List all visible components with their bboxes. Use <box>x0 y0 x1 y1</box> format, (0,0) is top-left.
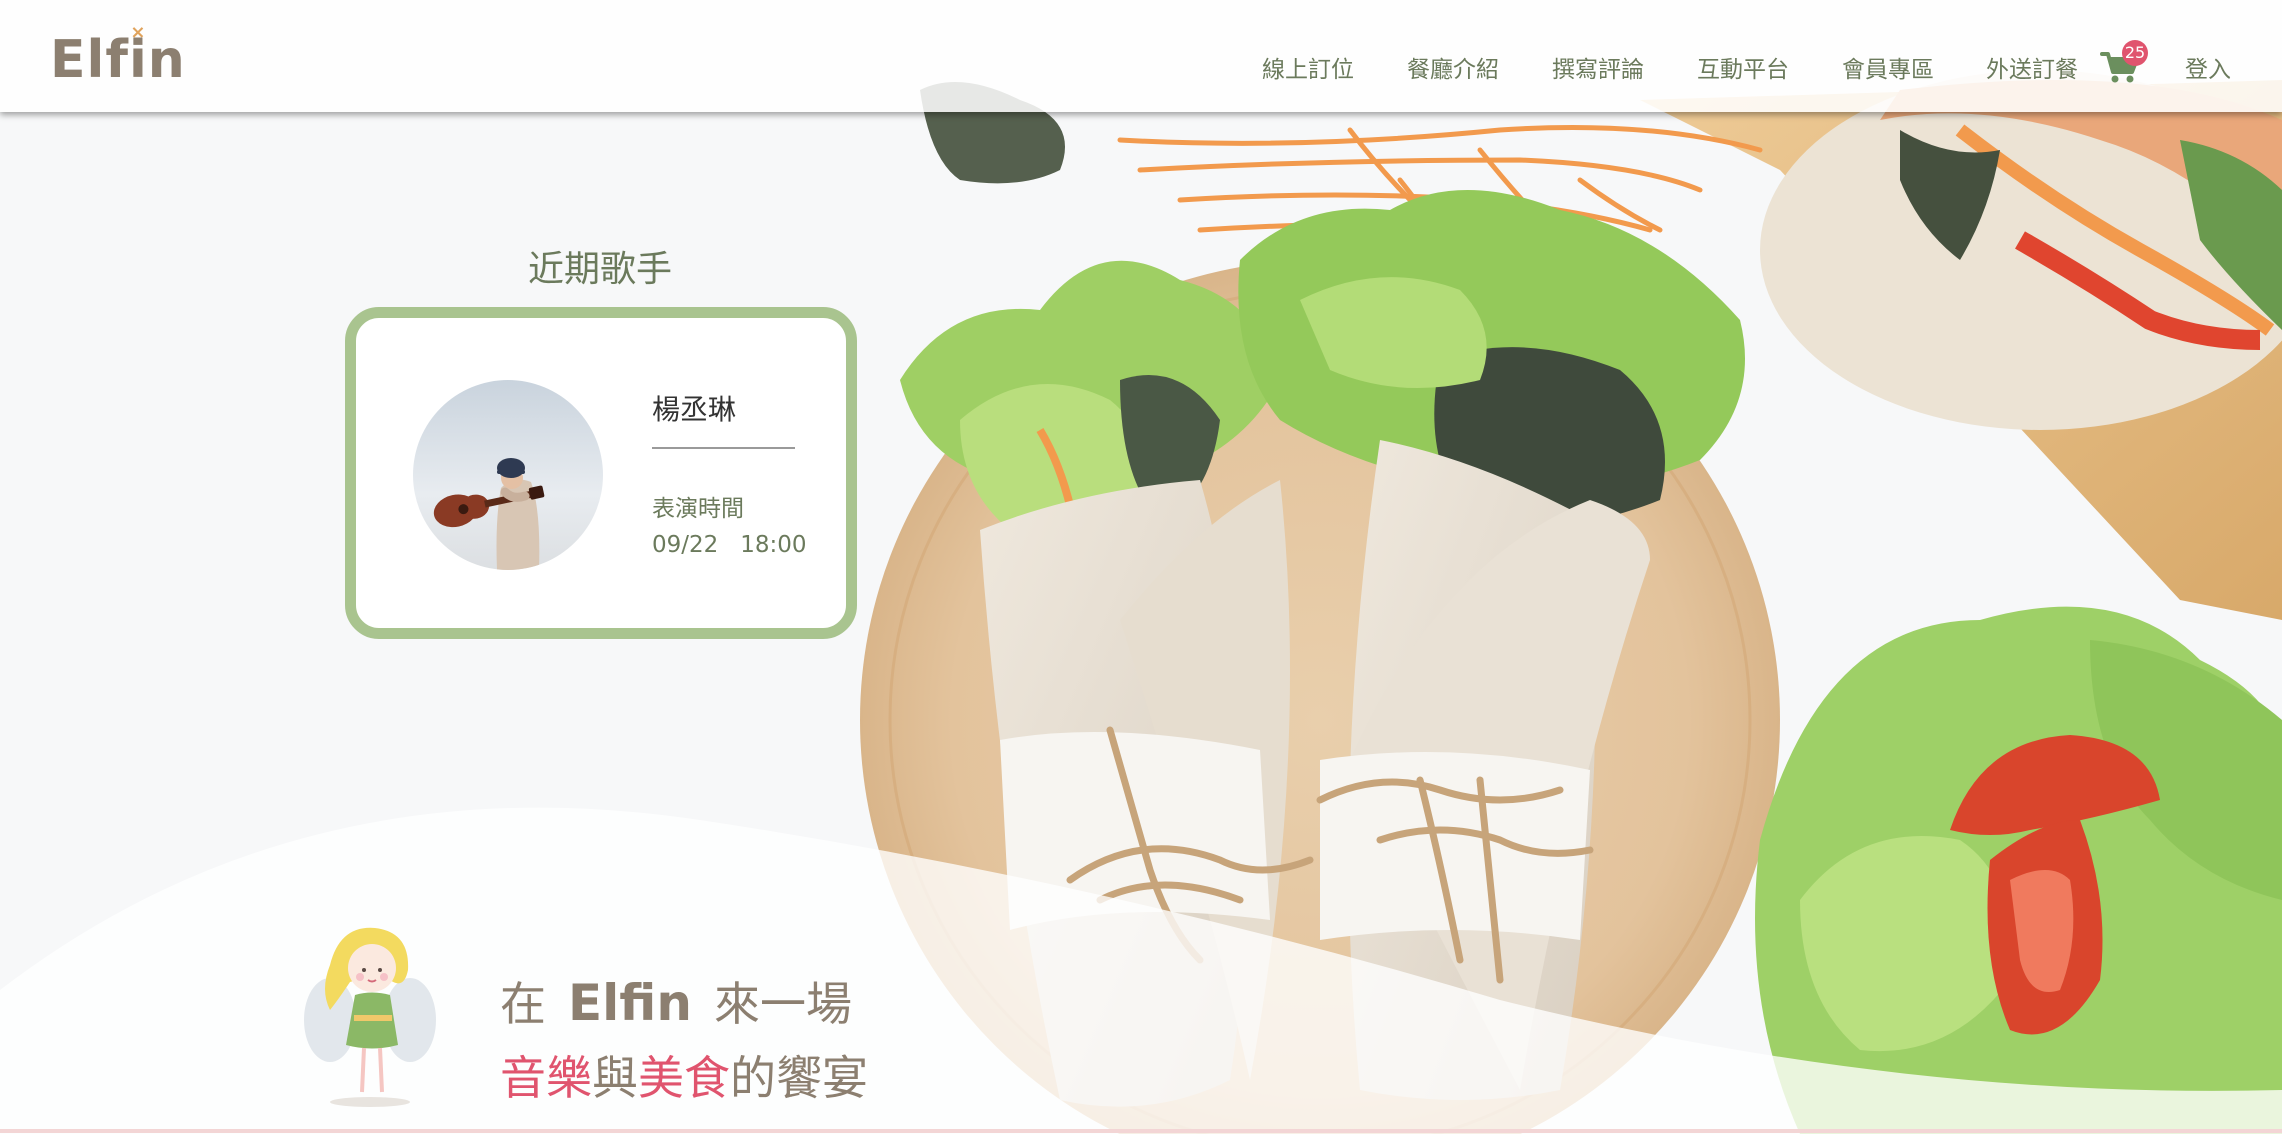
slogan-line-1: 在 Elfin 來一場 <box>500 974 852 1032</box>
nav-interactive-platform[interactable]: 互動平台 <box>1697 50 1789 84</box>
elfin-logo[interactable]: Elf × in <box>50 24 186 91</box>
singer-name: 楊丞琳 <box>652 393 737 426</box>
nav-member-area[interactable]: 會員專區 <box>1842 50 1934 84</box>
recent-singers-title: 近期歌手 <box>527 249 672 290</box>
slogan-line-2: 音樂與美食的饗宴 <box>500 1051 868 1105</box>
singer-card[interactable]: 楊丞琳 表演時間 09/22 18:00 <box>345 307 857 639</box>
slogan-brand: Elfin <box>568 974 692 1032</box>
nav-write-review[interactable]: 撰寫評論 <box>1552 50 1644 84</box>
login-link[interactable]: 登入 <box>2185 50 2231 84</box>
performance-date: 09/22 <box>652 532 719 558</box>
singer-avatar <box>413 380 603 570</box>
nav-online-booking[interactable]: 線上訂位 <box>1262 50 1354 84</box>
nav-delivery-order[interactable]: 外送訂餐 <box>1986 50 2078 84</box>
top-navbar: Elf × in 線上訂位 餐廳介紹 撰寫評論 互動平台 會員專區 外送訂餐 25 … <box>0 0 2282 112</box>
singer-photo <box>433 458 545 570</box>
card-divider <box>652 447 795 449</box>
performance-datetime: 09/22 18:00 <box>652 532 807 558</box>
logo-x-mark: × <box>130 22 147 43</box>
cart-count-badge: 25 <box>2122 40 2148 66</box>
performance-time-label: 表演時間 <box>652 496 744 522</box>
nav-restaurant-intro[interactable]: 餐廳介紹 <box>1407 50 1499 84</box>
performance-time: 18:00 <box>740 532 807 558</box>
fairy-mascot-illustration <box>304 927 436 1107</box>
